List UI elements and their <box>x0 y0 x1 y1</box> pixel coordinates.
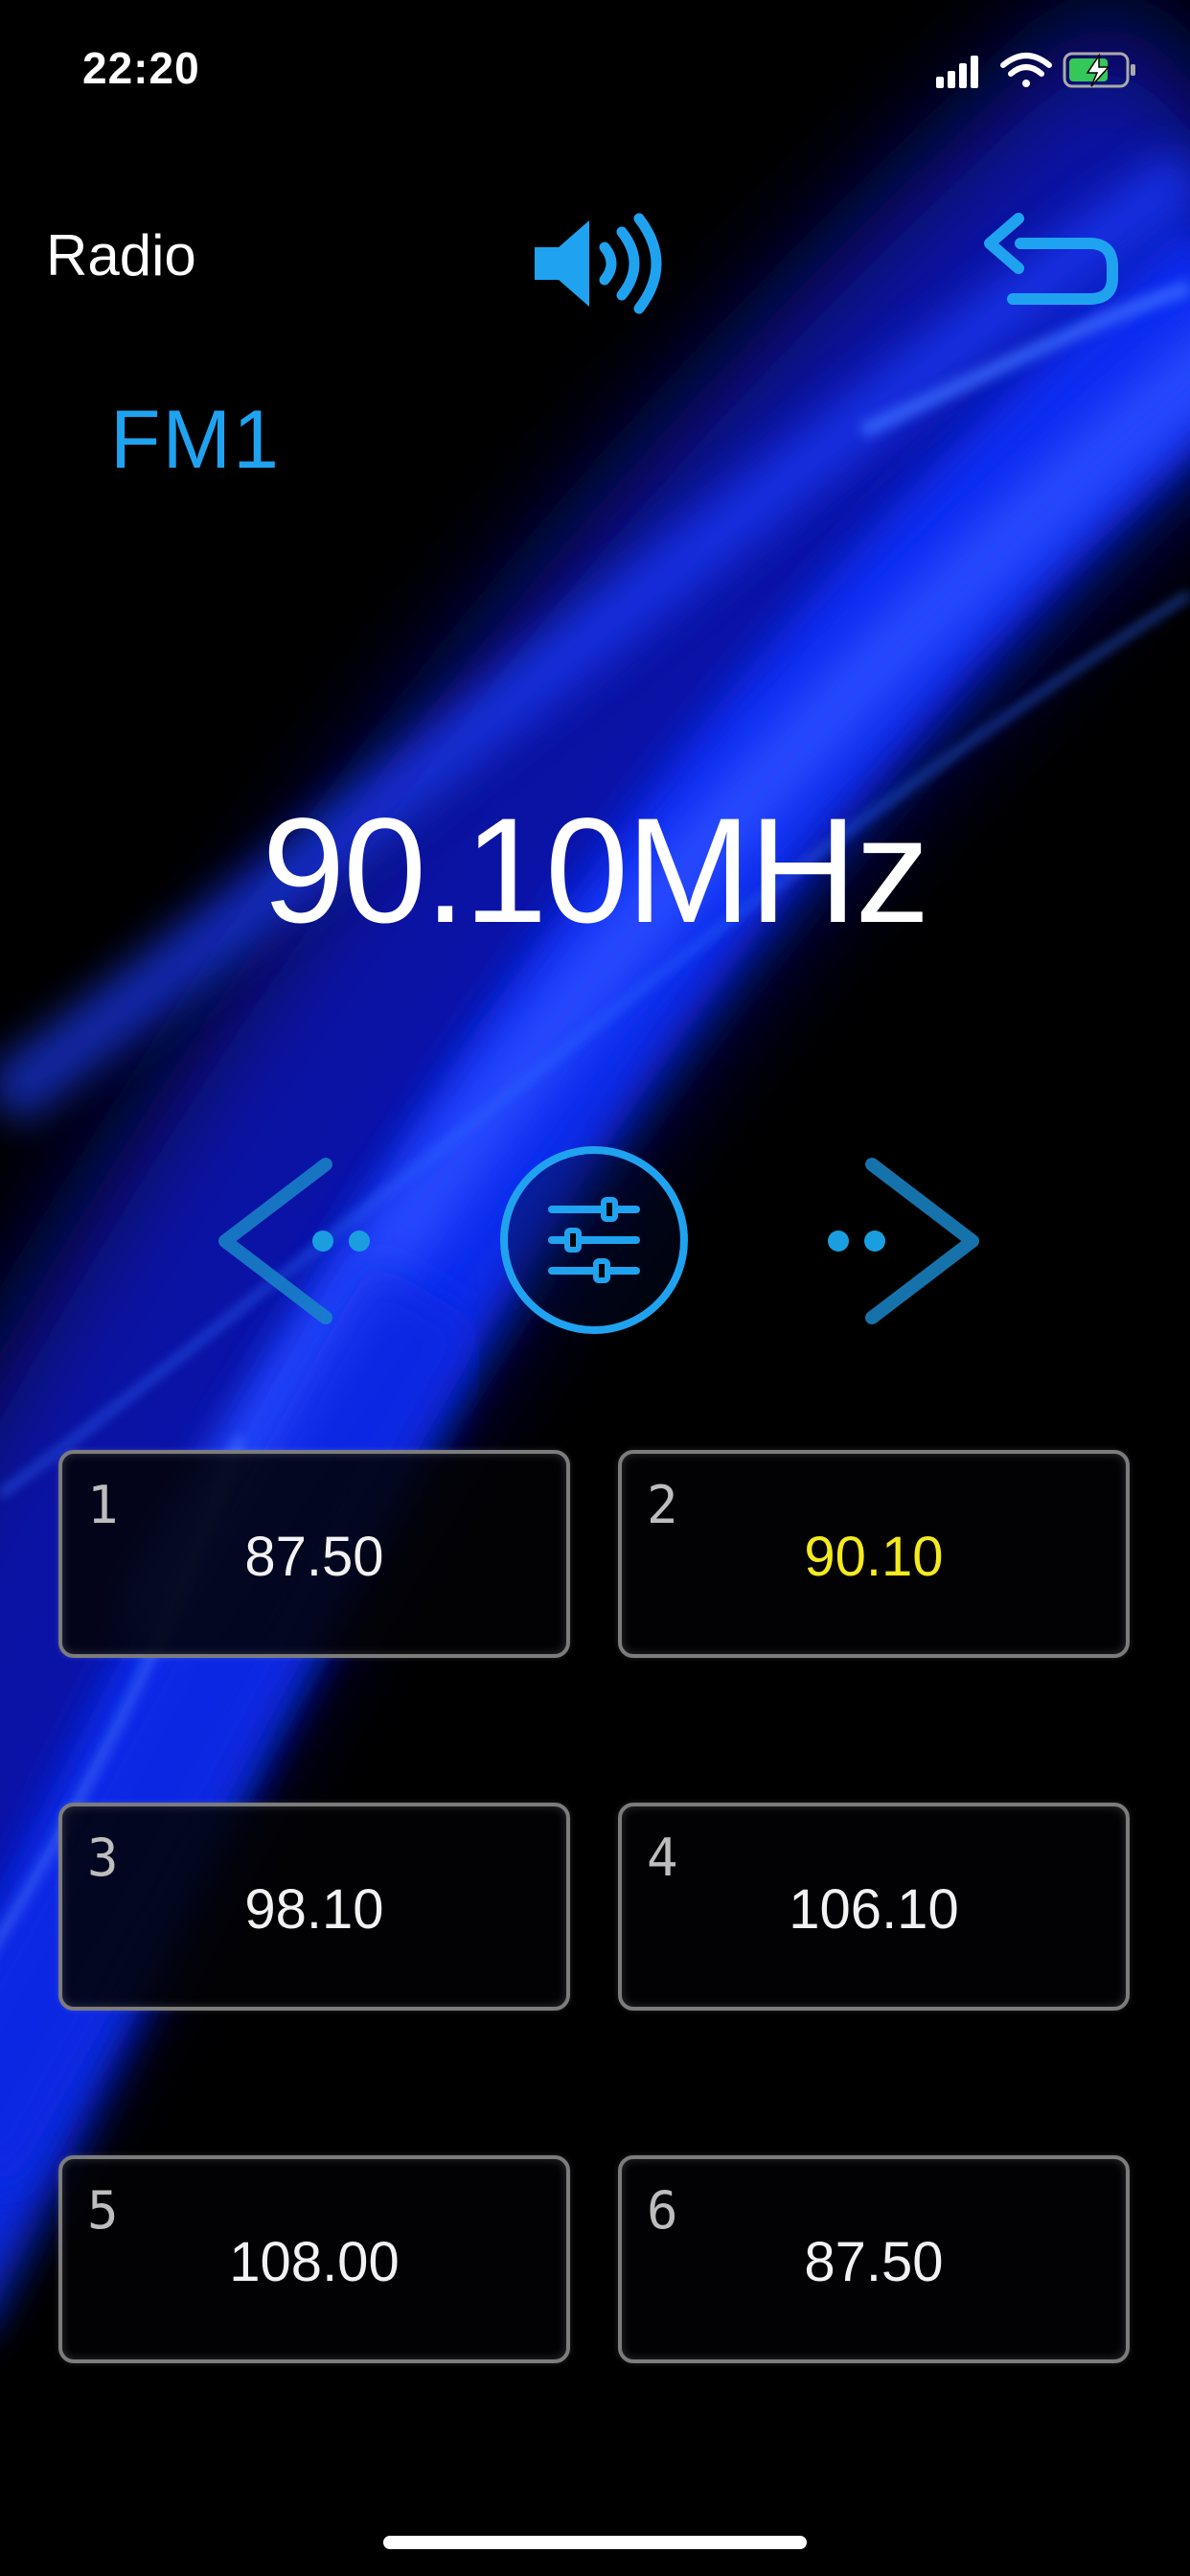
status-icons <box>936 52 1135 88</box>
status-time: 22:20 <box>82 43 200 93</box>
cellular-signal-icon <box>936 56 978 88</box>
preset-button-1[interactable]: 1 87.50 <box>58 1450 570 1658</box>
preset-button-6[interactable]: 6 87.50 <box>618 2155 1130 2363</box>
wifi-icon <box>1000 53 1052 87</box>
page-title: Radio <box>46 223 196 288</box>
preset-button-5[interactable]: 5 108.00 <box>58 2155 570 2363</box>
preset-frequency: 106.10 <box>789 1878 959 1941</box>
seek-back-icon[interactable] <box>216 1155 398 1327</box>
preset-frequency: 98.10 <box>244 1878 384 1941</box>
preset-button-3[interactable]: 3 98.10 <box>58 1803 570 2011</box>
speaker-icon[interactable] <box>530 211 664 316</box>
home-indicator[interactable] <box>383 2536 807 2549</box>
return-arrow-icon[interactable] <box>982 211 1121 307</box>
preset-frequency: 108.00 <box>229 2231 400 2293</box>
equalizer-settings-icon[interactable] <box>496 1142 692 1338</box>
preset-frequency: 90.10 <box>804 1526 944 1588</box>
current-frequency: 90.10MHz <box>262 788 930 954</box>
preset-frequency: 87.50 <box>804 2231 944 2293</box>
band-label[interactable]: FM1 <box>110 393 281 488</box>
preset-frequency: 87.50 <box>244 1526 384 1588</box>
preset-button-2[interactable]: 2 90.10 <box>618 1450 1130 1658</box>
preset-button-4[interactable]: 4 106.10 <box>618 1803 1130 2011</box>
battery-charging-icon <box>1063 52 1135 88</box>
seek-forward-icon[interactable] <box>800 1155 982 1327</box>
